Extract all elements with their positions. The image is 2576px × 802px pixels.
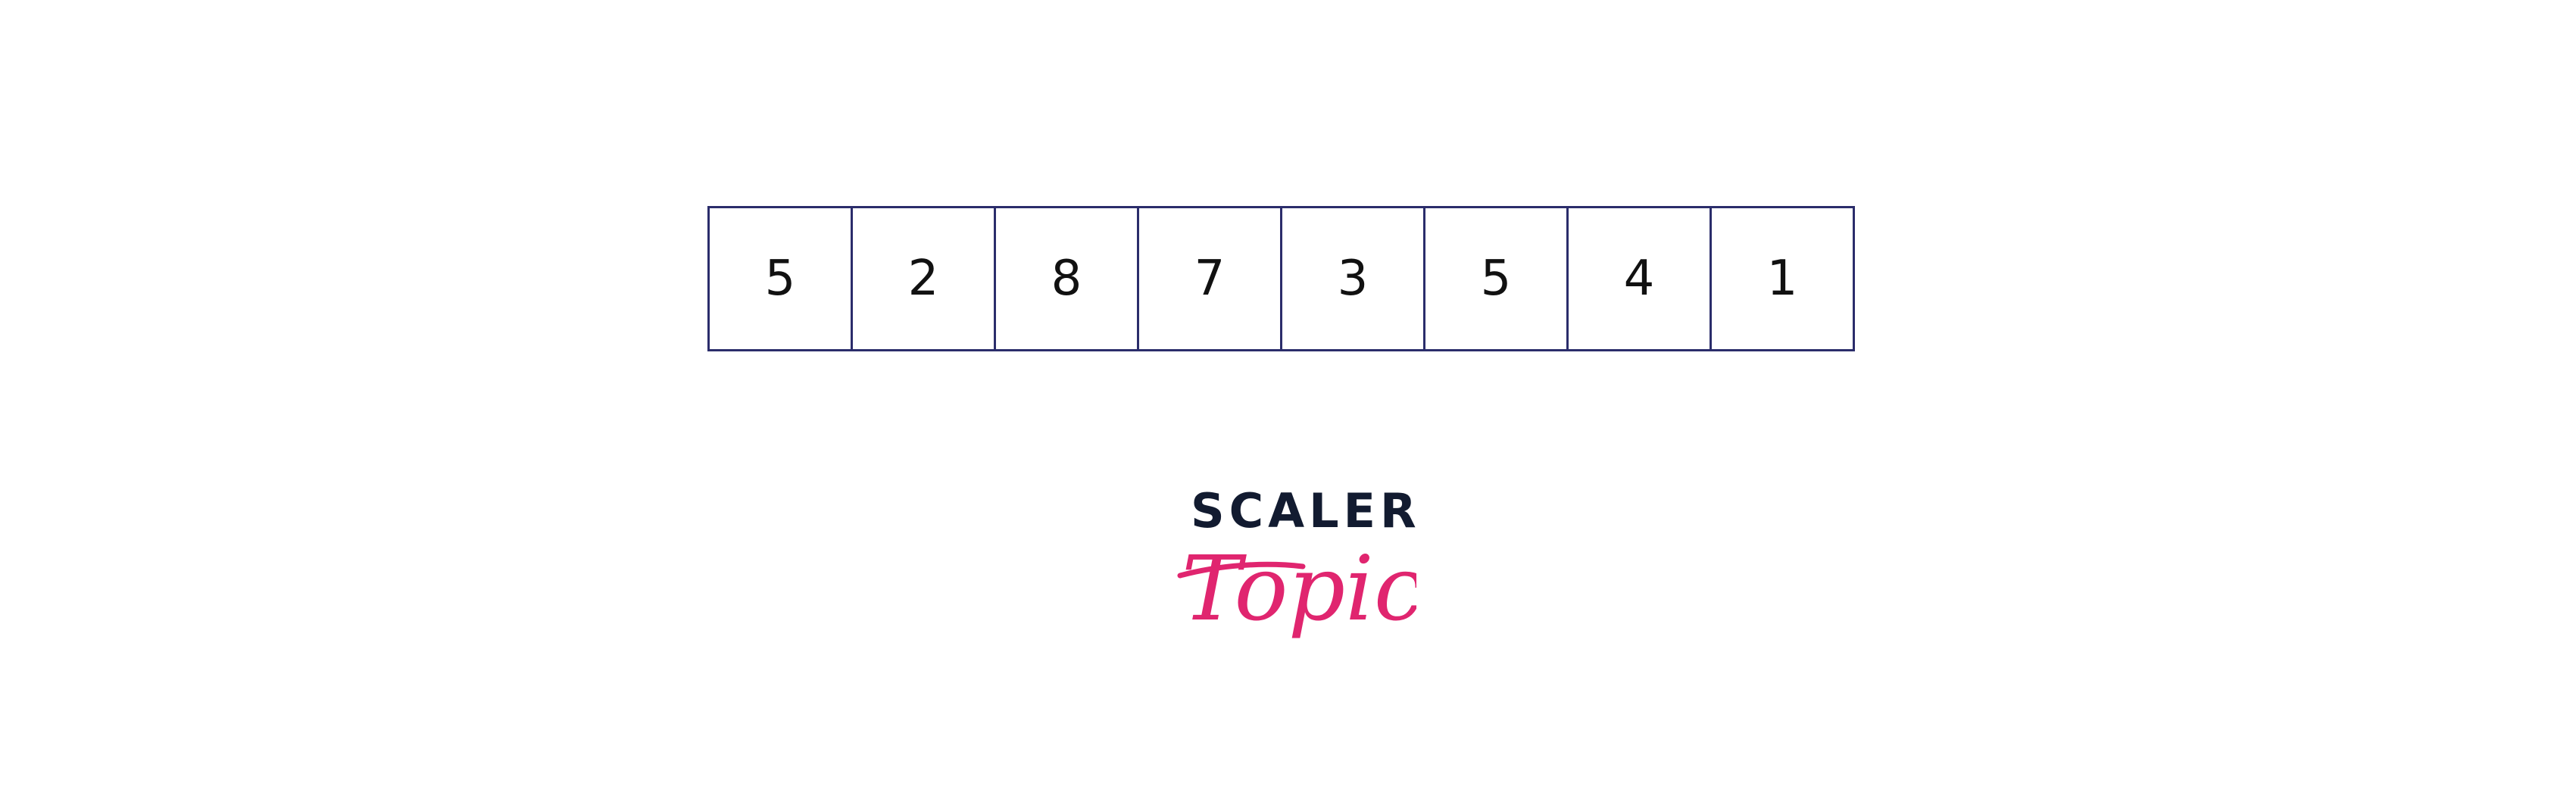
array-cell-3: 7	[1137, 206, 1282, 351]
array-cell-1: 2	[851, 206, 996, 351]
array-cell-7: 1	[1710, 206, 1855, 351]
array-cell-5: 5	[1423, 206, 1569, 351]
logo-topics-script: Topics	[1177, 536, 1416, 641]
array-cell-4: 3	[1280, 206, 1425, 351]
array-cell-0: 5	[707, 206, 853, 351]
array-cell-2: 8	[994, 206, 1139, 351]
scaler-topics-logo: SCALER Topics	[1174, 476, 1416, 672]
array-diagram: 5 2 8 7 3 5 4 1	[707, 206, 1855, 351]
logo-topics-text: Topics	[1182, 536, 1416, 641]
array-cell-6: 4	[1566, 206, 1712, 351]
